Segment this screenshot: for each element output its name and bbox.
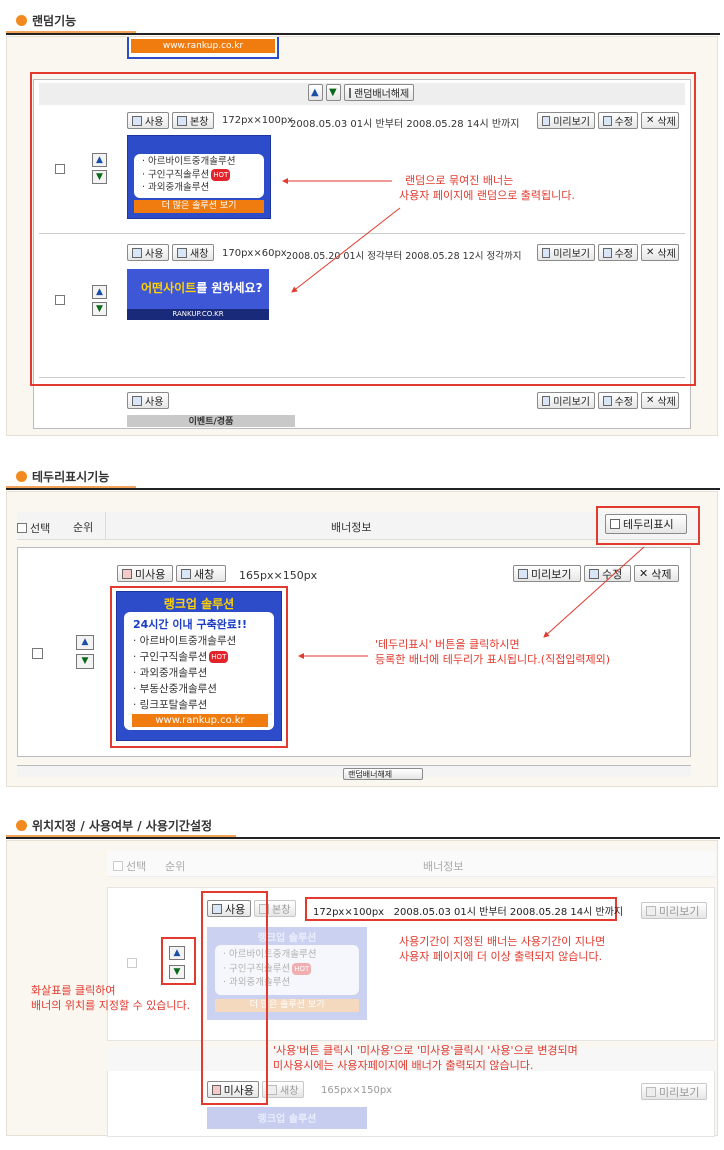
annotation-arrows xyxy=(282,178,645,659)
